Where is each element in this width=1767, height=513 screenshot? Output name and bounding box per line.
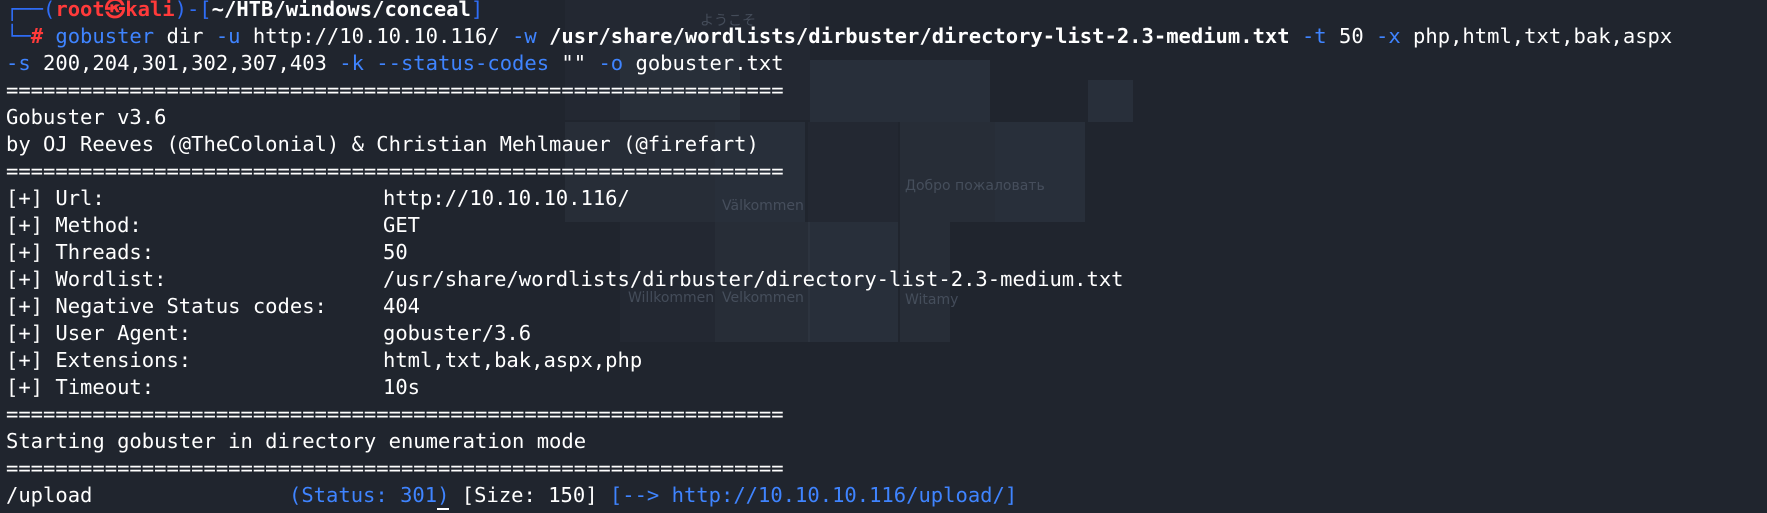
config-value: /usr/share/wordlists/dirbuster/directory… bbox=[383, 267, 1124, 291]
command-arg: gobuster.txt bbox=[623, 51, 784, 75]
prompt-frame: ┌──( bbox=[6, 0, 56, 21]
config-row: [+] Negative Status codes: 404 bbox=[6, 293, 1767, 320]
prompt-line: ┌──(root㉿kali)-[~/HTB/windows/conceal] bbox=[6, 0, 1767, 23]
separator-line: ========================================… bbox=[6, 159, 784, 183]
config-label: [+] Timeout: bbox=[6, 375, 155, 399]
config-row: [+] Url: http://10.10.10.116/ bbox=[6, 185, 1767, 212]
prompt-user: root㉿kali bbox=[55, 0, 175, 21]
result-path: /upload bbox=[6, 483, 93, 507]
config-label: [+] Wordlist: bbox=[6, 267, 167, 291]
prompt-frame: )-[ bbox=[174, 0, 212, 21]
result-redirect: [--> http://10.10.10.116/upload/] bbox=[609, 483, 1018, 507]
command-flag: -k bbox=[339, 51, 364, 75]
prompt-hash: # bbox=[30, 24, 44, 48]
config-row: [+] User Agent: gobuster/3.6 bbox=[6, 320, 1767, 347]
config-label: [+] User Agent: bbox=[6, 321, 192, 345]
terminal-window[interactable]: Willkommen Välkommen Witamy Добро пожало… bbox=[0, 0, 1767, 513]
config-value: 404 bbox=[383, 294, 421, 318]
mode-line: Starting gobuster in directory enumerati… bbox=[6, 429, 587, 453]
config-row: [+] Timeout: 10s bbox=[6, 374, 1767, 401]
banner-version: Gobuster v3.6 bbox=[6, 105, 167, 129]
command-flag: --status-codes bbox=[363, 51, 550, 75]
command-arg: 200,204,301,302,307,403 bbox=[30, 51, 340, 75]
command-flag: -s bbox=[6, 51, 31, 75]
terminal-cursor bbox=[437, 508, 449, 510]
separator-line: ========================================… bbox=[6, 456, 784, 480]
config-row: [+] Wordlist: /usr/share/wordlists/dirbus… bbox=[6, 266, 1767, 293]
config-value: http://10.10.10.116/ bbox=[383, 186, 630, 210]
config-row: [+] Method: GET bbox=[6, 212, 1767, 239]
command-flag: -x bbox=[1376, 24, 1401, 48]
result-row: /upload (Status: 301) [Size: 150] [--> ht… bbox=[6, 482, 1767, 509]
config-value: 50 bbox=[383, 240, 408, 264]
prompt-frame: └─ bbox=[6, 24, 31, 48]
result-status: (Status: 301) bbox=[289, 483, 450, 507]
command-sub: dir bbox=[154, 24, 216, 48]
config-label: [+] Threads: bbox=[6, 240, 155, 264]
config-row: [+] Threads: 50 bbox=[6, 239, 1767, 266]
separator-line: ========================================… bbox=[6, 402, 784, 426]
command-line-wrap: -s 200,204,301,302,307,403 -k --status-c… bbox=[6, 50, 1767, 77]
banner-authors: by OJ Reeves (@TheColonial) & Christian … bbox=[6, 132, 759, 156]
command-arg: 50 bbox=[1326, 24, 1377, 48]
config-value: gobuster/3.6 bbox=[383, 321, 532, 345]
command-line: └─# gobuster dir -u http://10.10.10.116/… bbox=[6, 23, 1767, 50]
config-value: GET bbox=[383, 213, 421, 237]
command-arg: /usr/share/wordlists/dirbuster/directory… bbox=[536, 24, 1302, 48]
config-label: [+] Extensions: bbox=[6, 348, 192, 372]
result-size: [Size: 150] bbox=[449, 483, 610, 507]
command-flag: -w bbox=[512, 24, 537, 48]
config-value: 10s bbox=[383, 375, 421, 399]
separator-line: ========================================… bbox=[6, 78, 784, 102]
command-flag: -u bbox=[215, 24, 241, 48]
config-label: [+] Method: bbox=[6, 213, 142, 237]
command-arg: "" bbox=[549, 51, 599, 75]
config-value: html,txt,bak,aspx,php bbox=[383, 348, 643, 372]
command-arg: php,html,txt,bak,aspx bbox=[1400, 24, 1673, 48]
command-flag: -o bbox=[598, 51, 624, 75]
terminal-output[interactable]: ┌──(root㉿kali)-[~/HTB/windows/conceal] └… bbox=[6, 0, 1767, 509]
prompt-path: ~/HTB/windows/conceal bbox=[211, 0, 471, 21]
config-label: [+] Negative Status codes: bbox=[6, 294, 327, 318]
command-arg: http://10.10.10.116/ bbox=[240, 24, 513, 48]
command-tool: gobuster bbox=[55, 24, 155, 48]
config-label: [+] Url: bbox=[6, 186, 105, 210]
command-flag: -t bbox=[1301, 24, 1327, 48]
config-row: [+] Extensions: html,txt,bak,aspx,php bbox=[6, 347, 1767, 374]
prompt-frame: ] bbox=[470, 0, 484, 21]
